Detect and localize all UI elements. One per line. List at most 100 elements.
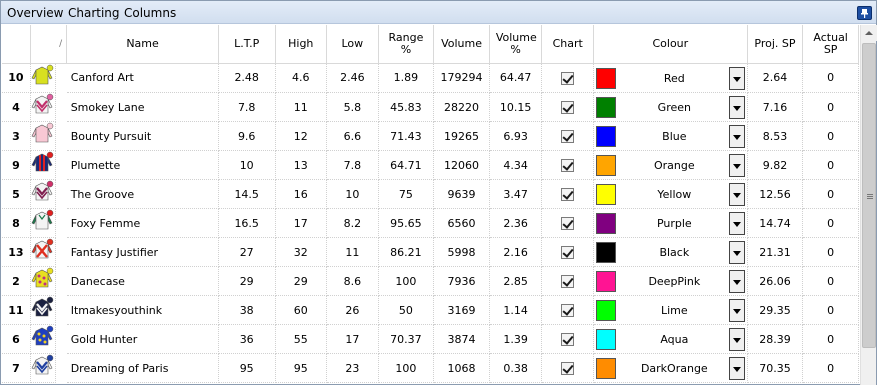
- chart-checkbox[interactable]: [541, 150, 594, 180]
- col-header-proj-sp[interactable]: Proj. SP: [747, 25, 804, 64]
- jockey-silks-icon: [31, 93, 55, 118]
- chart-checkbox[interactable]: [541, 92, 594, 122]
- chart-checkbox-icon[interactable]: [561, 216, 575, 230]
- chevron-down-icon[interactable]: [728, 241, 745, 264]
- table-row[interactable]: 8 Foxy Femme 16.5 17 8.2 95.65 6560 2.36 Purple 1…: [2, 208, 859, 238]
- scrollbar-thumb[interactable]: [862, 43, 876, 348]
- col-header-number[interactable]: [2, 25, 31, 64]
- chevron-down-icon[interactable]: [728, 212, 745, 235]
- silks-cell: [30, 353, 56, 383]
- chevron-down-icon[interactable]: [728, 270, 745, 293]
- chart-checkbox-icon[interactable]: [561, 71, 575, 85]
- col-header-volume[interactable]: Volume: [433, 25, 490, 64]
- chart-checkbox-icon[interactable]: [561, 129, 575, 143]
- jockey-silks-icon: [31, 122, 55, 147]
- colour-select[interactable]: Blue: [593, 121, 748, 151]
- chart-checkbox[interactable]: [541, 208, 594, 238]
- table-row[interactable]: 5 The Groove 14.5 16 10 75 9639 3.47 Yellow 12.56…: [2, 179, 859, 209]
- table-row[interactable]: 13 Fantasy Justifier 27 32 11 86.21 5998 2.16 Bl…: [2, 237, 859, 267]
- cell-number: 2: [2, 266, 31, 296]
- cell-proj-sp: 9.82: [747, 150, 804, 180]
- colour-select[interactable]: DeepPink: [593, 266, 748, 296]
- chart-checkbox[interactable]: [541, 237, 594, 267]
- chart-checkbox[interactable]: [541, 63, 594, 93]
- chevron-down-icon[interactable]: [728, 328, 745, 351]
- colour-select[interactable]: Lime: [593, 295, 748, 325]
- cell-ltp: 16.5: [218, 208, 276, 238]
- table-row[interactable]: 9 Plumette 10 13 7.8 64.71 12060 4.34 Orange 9.82…: [2, 150, 859, 180]
- chart-checkbox-icon[interactable]: [561, 158, 575, 172]
- cell-name[interactable]: Canford Art: [66, 63, 219, 93]
- chart-checkbox[interactable]: [541, 353, 594, 383]
- table-row[interactable]: 10 Canford Art 2.48 4.6 2.46 1.89 179294 64.47 R…: [2, 63, 859, 93]
- chart-checkbox[interactable]: [541, 266, 594, 296]
- cell-high: 4.6: [275, 63, 328, 93]
- col-header-name[interactable]: Name: [66, 25, 219, 64]
- chevron-down-icon[interactable]: [728, 154, 745, 177]
- colour-select[interactable]: Yellow: [593, 179, 748, 209]
- cell-name[interactable]: Bounty Pursuit: [66, 121, 219, 151]
- cell-volume-pct: 6.93: [489, 121, 543, 151]
- cell-name[interactable]: Fantasy Justifier: [66, 237, 219, 267]
- col-header-volume-pct[interactable]: Volume %: [489, 25, 543, 64]
- chevron-down-icon[interactable]: [728, 357, 745, 380]
- table-row[interactable]: 2 Danecase 29 29 8.6 100 7936 2.85 DeepPink 26.06…: [2, 266, 859, 296]
- chart-checkbox-icon[interactable]: [561, 303, 575, 317]
- scroll-up-button[interactable]: [861, 25, 877, 41]
- cell-name[interactable]: Smokey Lane: [66, 92, 219, 122]
- chevron-down-icon[interactable]: [728, 299, 745, 322]
- chevron-down-icon[interactable]: [728, 66, 745, 90]
- cell-name[interactable]: Gold Hunter: [66, 324, 219, 354]
- colour-select[interactable]: Red: [593, 63, 748, 93]
- chart-checkbox-icon[interactable]: [561, 100, 575, 114]
- cell-name[interactable]: Dreaming of Paris: [66, 353, 219, 383]
- chart-checkbox-icon[interactable]: [561, 361, 575, 375]
- table-row[interactable]: 11 Itmakesyouthink 38 60 26 50 3169 1.14 Lime 29.…: [2, 295, 859, 325]
- colour-select[interactable]: Green: [593, 92, 748, 122]
- col-header-low[interactable]: Low: [326, 25, 379, 64]
- col-header-ltp[interactable]: L.T.P: [218, 25, 276, 64]
- table-row[interactable]: 7 Dreaming of Paris 95 95 23 100 1068 0.38 DarkO…: [2, 353, 859, 383]
- jockey-silks-icon: [31, 325, 55, 350]
- cell-name[interactable]: Danecase: [66, 266, 219, 296]
- table-row[interactable]: 4 Smokey Lane 7.8 11 5.8 45.83 28220 10.15 Green…: [2, 92, 859, 122]
- col-header-actual-sp[interactable]: Actual SP: [802, 25, 859, 64]
- chart-checkbox-icon[interactable]: [561, 187, 575, 201]
- cell-name[interactable]: Foxy Femme: [66, 208, 219, 238]
- colour-name: DarkOrange: [640, 362, 708, 375]
- cell-ltp: 95: [218, 353, 276, 383]
- colour-select[interactable]: DarkOrange: [593, 353, 748, 383]
- chart-checkbox[interactable]: [541, 324, 594, 354]
- table-row[interactable]: 3 Bounty Pursuit 9.6 12 6.6 71.43 19265 6.93 Blu…: [2, 121, 859, 151]
- col-header-chart[interactable]: Chart: [541, 25, 594, 64]
- col-header-range[interactable]: Range %: [378, 25, 435, 64]
- table-row[interactable]: 6 Gold Hunter 36 55 17 70.37 3874 1.39 Aqua 28.39…: [2, 324, 859, 354]
- sort-indicator-icon[interactable]: ∕: [30, 25, 68, 64]
- menu-columns[interactable]: Columns: [124, 6, 176, 20]
- chart-checkbox-icon[interactable]: [561, 274, 575, 288]
- chart-checkbox-icon[interactable]: [561, 245, 575, 259]
- chart-checkbox[interactable]: [541, 295, 594, 325]
- colour-select[interactable]: Purple: [593, 208, 748, 238]
- cell-range: 64.71: [378, 150, 435, 180]
- cell-name[interactable]: The Groove: [66, 179, 219, 209]
- cell-volume-pct: 2.16: [489, 237, 543, 267]
- chevron-down-icon[interactable]: [728, 96, 745, 119]
- menu-charting[interactable]: Charting: [68, 6, 120, 20]
- silks-cell: [30, 150, 56, 180]
- vertical-scrollbar[interactable]: [860, 25, 877, 385]
- chart-checkbox[interactable]: [541, 179, 594, 209]
- col-header-high[interactable]: High: [275, 25, 328, 64]
- chart-checkbox-icon[interactable]: [561, 332, 575, 346]
- cell-name[interactable]: Itmakesyouthink: [66, 295, 219, 325]
- chart-checkbox[interactable]: [541, 121, 594, 151]
- pin-icon[interactable]: [857, 6, 872, 20]
- cell-name[interactable]: Plumette: [66, 150, 219, 180]
- chevron-down-icon[interactable]: [728, 125, 745, 148]
- chevron-down-icon[interactable]: [728, 183, 745, 206]
- colour-select[interactable]: Aqua: [593, 324, 748, 354]
- menu-overview[interactable]: Overview: [7, 6, 64, 20]
- colour-select[interactable]: Black: [593, 237, 748, 267]
- col-header-colour[interactable]: Colour: [593, 25, 748, 64]
- colour-select[interactable]: Orange: [593, 150, 748, 180]
